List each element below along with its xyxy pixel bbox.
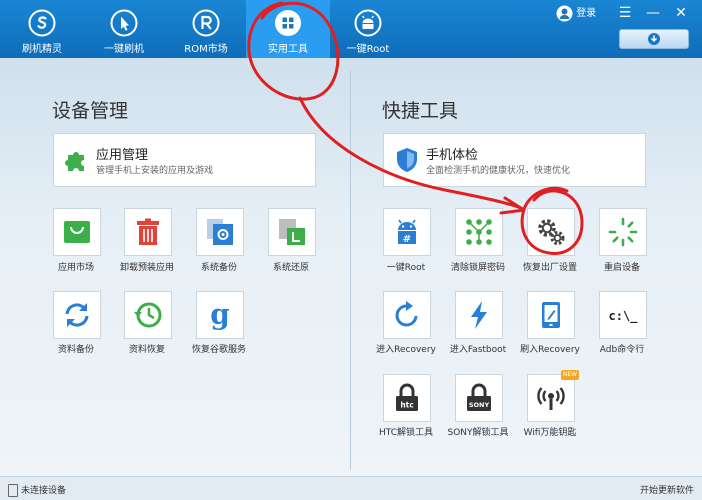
nav-label: 一键Root	[346, 44, 390, 55]
lightning-icon	[471, 301, 487, 329]
tile-reboot-device[interactable]	[599, 208, 647, 256]
nav-label: ROM市场	[184, 44, 228, 55]
system-backup-icon	[207, 219, 233, 245]
tile-flash-recovery[interactable]	[527, 291, 575, 339]
phone-icon	[8, 484, 18, 497]
tile-data-backup[interactable]	[53, 291, 101, 339]
tile-app-market[interactable]	[53, 208, 101, 256]
loading-spinner-icon	[608, 217, 638, 247]
download-button[interactable]	[619, 29, 689, 49]
store-bag-icon	[64, 221, 90, 243]
sync-icon	[65, 303, 89, 327]
tile-data-restore[interactable]	[124, 291, 172, 339]
nav-label: 一键刷机	[104, 44, 144, 55]
tile-system-restore[interactable]	[268, 208, 316, 256]
card-title: 应用管理	[96, 148, 149, 163]
puzzle-icon	[65, 152, 84, 171]
quick-section-title: 快捷工具	[382, 100, 459, 122]
tile-uninstall-preinstalled[interactable]	[124, 208, 172, 256]
tile-one-click-root[interactable]: #	[383, 208, 431, 256]
nav-item-rom-market[interactable]: ROM市场	[164, 0, 248, 58]
user-avatar-icon	[556, 5, 573, 21]
tile-adb-command-line[interactable]: c:\_	[599, 291, 647, 339]
card-subtitle: 管理手机上安装的应用及游戏	[96, 166, 214, 176]
new-badge: NEW	[561, 370, 579, 380]
device-status-text: 未连接设备	[21, 486, 67, 496]
app-management-card[interactable]: 应用管理 管理手机上安装的应用及游戏	[53, 133, 316, 187]
tile-label: Adb命令行	[599, 345, 645, 355]
nav-item-flash-wizard[interactable]: 刷机精灵	[0, 0, 84, 58]
tile-enter-fastboot[interactable]	[455, 291, 503, 339]
tile-system-backup[interactable]	[196, 208, 244, 256]
tile-enter-recovery[interactable]	[383, 291, 431, 339]
htc-lock-icon: htc	[396, 383, 418, 411]
gears-icon	[538, 219, 565, 245]
tile-sony-unlock-tool[interactable]: SONY	[455, 374, 503, 422]
shield-check-icon	[397, 148, 417, 172]
minimize-icon[interactable]: —	[642, 4, 664, 22]
section-divider	[350, 70, 351, 470]
refresh-icon	[395, 301, 418, 327]
htc-glyph: htc	[400, 401, 413, 410]
top-navigation-bar: 刷机精灵 一键刷机 ROM市场 实用工具 一键Root 登录 ☰ — ✕	[0, 0, 702, 58]
tile-htc-unlock-tool[interactable]: htc	[383, 374, 431, 422]
android-root-icon: #	[398, 219, 416, 245]
google-icon: g	[210, 299, 230, 331]
tile-factory-reset[interactable]	[527, 208, 575, 256]
tile-label: 恢复谷歌服务	[191, 345, 246, 355]
device-status: 未连接设备	[8, 483, 66, 497]
rom-r-icon	[192, 9, 220, 37]
tile-label: 重启设备	[603, 263, 640, 273]
tablet-icon	[542, 302, 560, 328]
svg-text:#: #	[403, 234, 411, 245]
grid-icon	[275, 10, 301, 36]
tile-clear-lock-password[interactable]	[455, 208, 503, 256]
clock-restore-icon	[134, 302, 162, 328]
svg-text:g: g	[210, 299, 230, 331]
login-button[interactable]: 登录	[556, 4, 596, 24]
nav-label: 实用工具	[268, 44, 308, 55]
tile-wifi-master-key[interactable]	[527, 374, 575, 422]
tile-restore-google-services[interactable]: g	[196, 291, 244, 339]
nav-item-one-click-flash[interactable]: 一键刷机	[82, 0, 166, 58]
nav-item-one-click-root[interactable]: 一键Root	[326, 0, 410, 58]
device-section-title: 设备管理	[52, 100, 129, 122]
tile-label: Wifi万能钥匙	[523, 428, 577, 438]
cmd-icon: c:\_	[609, 309, 639, 324]
app-window: 刷机精灵 一键刷机 ROM市场 实用工具 一键Root 登录 ☰ — ✕ 设备管…	[0, 0, 702, 500]
login-label: 登录	[576, 8, 597, 19]
card-title: 手机体检	[426, 148, 479, 163]
trash-icon	[137, 218, 159, 245]
menu-icon[interactable]: ☰	[614, 4, 636, 22]
phone-checkup-card[interactable]: 手机体检 全面检测手机的健康状况，快速优化	[383, 133, 646, 187]
download-icon	[648, 33, 660, 45]
cursor-icon	[110, 9, 138, 37]
close-icon[interactable]: ✕	[670, 4, 692, 22]
card-subtitle: 全面检测手机的健康状况，快速优化	[426, 166, 571, 176]
update-software-link[interactable]: 开始更新软件	[640, 483, 694, 496]
system-restore-icon	[279, 219, 305, 245]
wifi-key-icon	[537, 387, 565, 410]
cmd-glyph: c:\_	[609, 309, 639, 324]
status-bar: 未连接设备 开始更新软件	[0, 476, 702, 500]
tile-label: 系统还原	[272, 263, 309, 273]
sony-lock-icon: SONY	[467, 383, 491, 411]
android-icon	[354, 9, 382, 37]
pattern-lock-icon	[466, 219, 492, 245]
nav-label: 刷机精灵	[22, 44, 62, 55]
sony-glyph: SONY	[469, 401, 490, 409]
nav-item-utilities[interactable]: 实用工具	[246, 0, 330, 58]
shield-s-icon	[28, 9, 56, 37]
